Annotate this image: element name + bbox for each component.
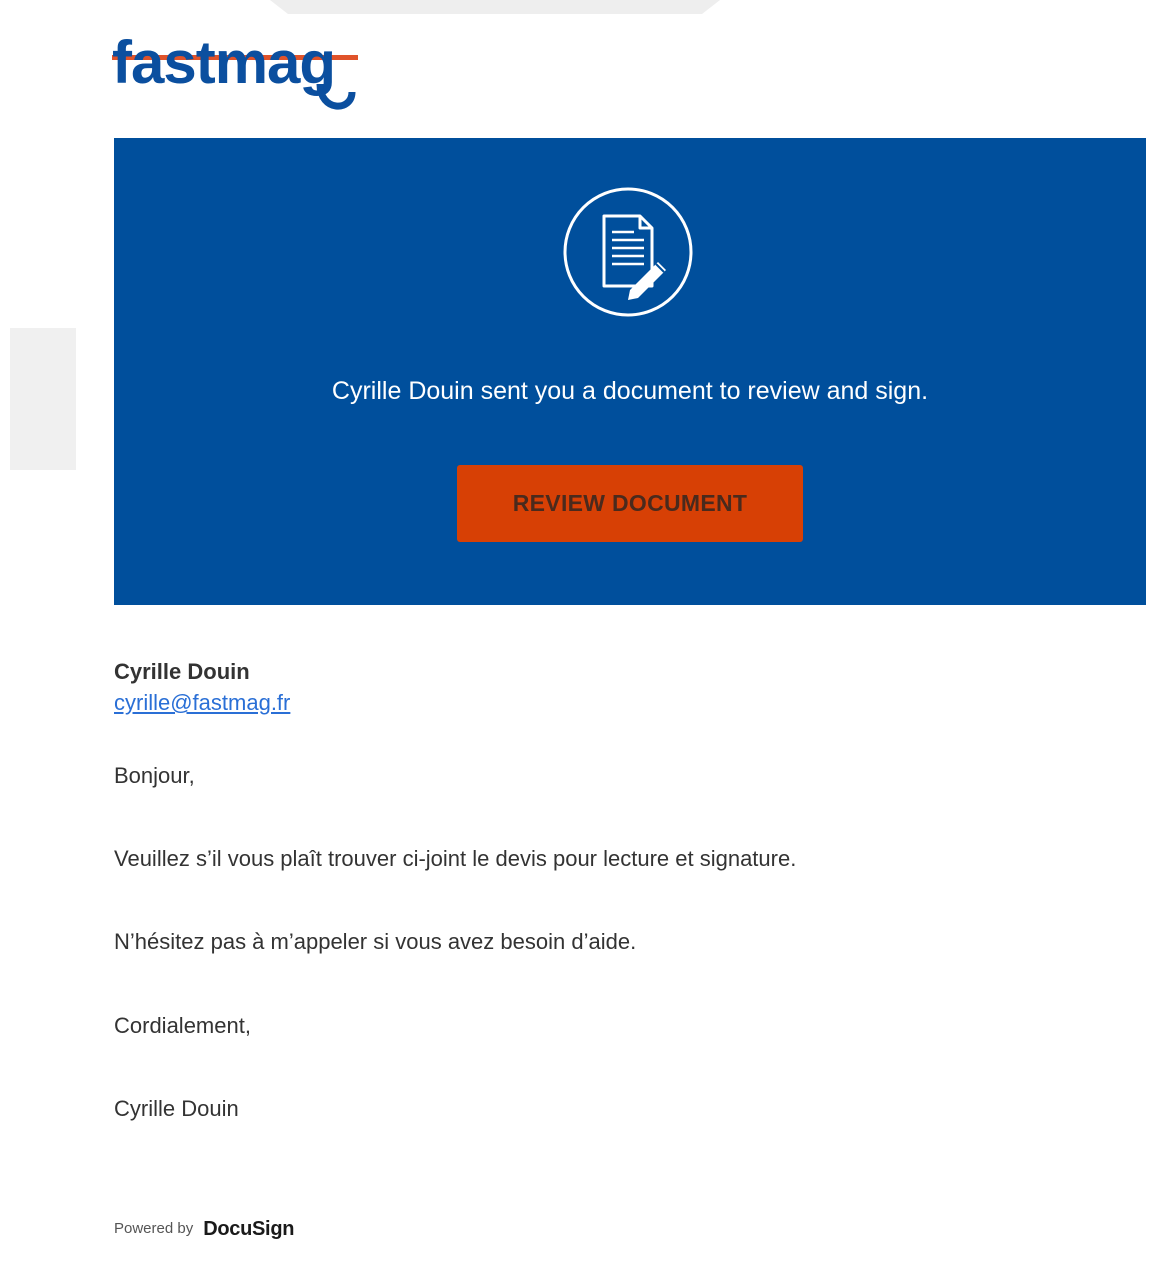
powered-by-label: Powered by bbox=[114, 1220, 194, 1237]
fastmag-logo-text: fastmag bbox=[112, 29, 335, 96]
message-line-1: Veuillez s’il vous plaît trouver ci-join… bbox=[114, 846, 797, 871]
message-line-2: N’hésitez pas à m’appeler si vous avez b… bbox=[114, 929, 637, 954]
top-shade bbox=[270, 0, 720, 14]
greeting-text: Bonjour, bbox=[114, 763, 195, 788]
footer: Powered by DocuSign bbox=[114, 1218, 294, 1240]
docusign-logo: DocuSign bbox=[203, 1218, 295, 1240]
banner-message: Cyrille Douin sent you a document to rev… bbox=[331, 377, 929, 405]
side-shade bbox=[10, 328, 76, 470]
sender-block: Cyrille Douin cyrille@fastmag.fr bbox=[114, 656, 1114, 718]
review-document-button[interactable]: REVIEW DOCUMENT bbox=[457, 465, 803, 542]
fastmag-logo-graphic: fastmag bbox=[112, 29, 358, 110]
closing-text: Cordialement, bbox=[114, 1013, 251, 1038]
notification-banner: Cyrille Douin sent you a document to rev… bbox=[114, 138, 1146, 605]
signature-text: Cyrille Douin bbox=[114, 1096, 239, 1121]
email-page: fastmag Cyrille Douin sent you a documen… bbox=[0, 0, 1173, 1268]
sender-email-link[interactable]: cyrille@fastmag.fr bbox=[114, 688, 290, 718]
sender-name: Cyrille Douin bbox=[114, 659, 250, 684]
fastmag-logo: fastmag bbox=[112, 22, 362, 117]
document-sign-icon bbox=[562, 186, 694, 318]
